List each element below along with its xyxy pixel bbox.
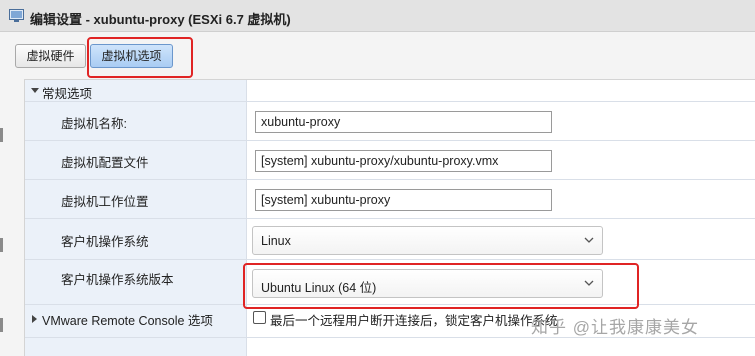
config-file-input[interactable]: [system] xubuntu-proxy/xubuntu-proxy.vmx: [255, 150, 552, 172]
row-guest-os: 客户机操作系统 Linux: [25, 220, 755, 260]
guest-os-label: 客户机操作系统: [61, 235, 149, 249]
dialog-title-bar: 编辑设置 - xubuntu-proxy (ESXi 6.7 虚拟机): [0, 0, 755, 32]
guest-os-select[interactable]: Linux: [252, 226, 603, 255]
vm-name-input[interactable]: xubuntu-proxy: [255, 111, 552, 133]
lock-guest-os-label[interactable]: 最后一个远程用户断开连接后，锁定客户机操作系统: [270, 310, 558, 329]
guest-os-version-value: Ubuntu Linux (64 位): [261, 281, 377, 295]
vm-name-label: 虚拟机名称:: [61, 117, 127, 131]
left-edge-marker: [0, 128, 3, 142]
row-config-file: 虚拟机配置文件 [system] xubuntu-proxy/xubuntu-p…: [25, 142, 755, 180]
work-location-label: 虚拟机工作位置: [61, 195, 149, 209]
tab-virtual-hardware[interactable]: 虚拟硬件: [15, 44, 86, 68]
row-work-location: 虚拟机工作位置 [system] xubuntu-proxy: [25, 181, 755, 219]
row-guest-os-version: 客户机操作系统版本 Ubuntu Linux (64 位): [25, 261, 755, 305]
dialog-title: 编辑设置 - xubuntu-proxy (ESXi 6.7 虚拟机): [30, 12, 291, 27]
expand-caret-right-icon[interactable]: [32, 315, 37, 323]
guest-os-version-select[interactable]: Ubuntu Linux (64 位): [252, 269, 603, 298]
row-vm-name: 虚拟机名称: xubuntu-proxy: [25, 103, 755, 141]
watermark-text: 知乎 @让我康康美女: [531, 318, 699, 337]
vm-edit-icon: [9, 9, 24, 22]
tab-vm-options[interactable]: 虚拟机选项: [90, 44, 173, 68]
left-edge-marker: [0, 318, 3, 332]
config-file-label: 虚拟机配置文件: [61, 156, 149, 170]
dialog-body: 虚拟硬件 虚拟机选项 常规选项 虚拟机名称: xubuntu-proxy 虚拟机…: [0, 32, 755, 356]
expand-caret-down-icon[interactable]: [31, 88, 39, 93]
chevron-down-icon: [584, 237, 594, 243]
section-label: 常规选项: [42, 87, 93, 101]
work-location-input[interactable]: [system] xubuntu-proxy: [255, 189, 552, 211]
chevron-down-icon: [584, 280, 594, 286]
section-general-options[interactable]: 常规选项: [25, 80, 755, 102]
vmrc-label: VMware Remote Console 选项: [42, 314, 213, 328]
lock-guest-os-checkbox[interactable]: [253, 311, 266, 324]
guest-os-value: Linux: [261, 234, 291, 248]
guest-os-version-label: 客户机操作系统版本: [61, 273, 174, 287]
left-edge-marker: [0, 238, 3, 252]
